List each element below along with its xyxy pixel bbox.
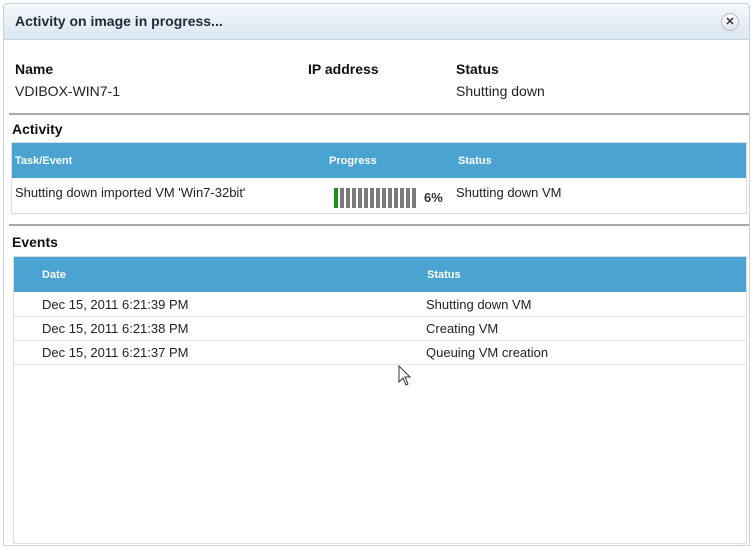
divider bbox=[9, 224, 749, 226]
progress-bar bbox=[334, 188, 416, 208]
progress-segment bbox=[340, 188, 344, 208]
activity-dialog: Activity on image in progress... ✕ Name … bbox=[3, 3, 750, 546]
activity-status: Shutting down VM bbox=[456, 185, 562, 200]
name-value: VDIBOX-WIN7-1 bbox=[15, 83, 121, 99]
dialog-titlebar: Activity on image in progress... ✕ bbox=[4, 4, 749, 40]
event-status: Queuing VM creation bbox=[426, 345, 549, 360]
activity-task: Shutting down imported VM 'Win7-32bit' bbox=[15, 185, 246, 200]
progress-segment bbox=[412, 188, 416, 208]
close-icon: ✕ bbox=[725, 16, 735, 28]
event-date: Dec 15, 2011 6:21:37 PM bbox=[42, 345, 189, 360]
progress-segment bbox=[406, 188, 410, 208]
event-status: Shutting down VM bbox=[426, 297, 532, 312]
event-date: Dec 15, 2011 6:21:38 PM bbox=[42, 321, 189, 336]
progress-segment bbox=[334, 188, 338, 208]
progress-segment bbox=[400, 188, 404, 208]
column-header-date: Date bbox=[42, 269, 66, 281]
status-value: Shutting down bbox=[456, 83, 545, 99]
progress-percent: 6% bbox=[424, 190, 443, 205]
event-date: Dec 15, 2011 6:21:39 PM bbox=[42, 297, 189, 312]
progress-segment bbox=[364, 188, 368, 208]
progress-segment bbox=[346, 188, 350, 208]
close-button[interactable]: ✕ bbox=[721, 13, 739, 31]
progress-segment bbox=[388, 188, 392, 208]
progress-segment bbox=[376, 188, 380, 208]
event-row: Dec 15, 2011 6:21:38 PM Creating VM bbox=[14, 317, 746, 341]
activity-row: Shutting down imported VM 'Win7-32bit' 6… bbox=[12, 178, 746, 214]
event-row: Dec 15, 2011 6:21:39 PM Shutting down VM bbox=[14, 293, 746, 317]
column-header-progress: Progress bbox=[329, 155, 377, 167]
column-header-status: Status bbox=[458, 155, 492, 167]
event-status: Creating VM bbox=[426, 321, 499, 336]
progress-segment bbox=[358, 188, 362, 208]
name-label: Name bbox=[15, 61, 54, 77]
status-label: Status bbox=[456, 61, 499, 77]
dialog-title: Activity on image in progress... bbox=[15, 13, 223, 29]
activity-table-header: Task/Event Progress Status bbox=[12, 143, 746, 178]
mouse-pointer-icon bbox=[398, 365, 412, 386]
progress-segment bbox=[394, 188, 398, 208]
event-row: Dec 15, 2011 6:21:37 PM Queuing VM creat… bbox=[14, 341, 746, 365]
ip-address-label: IP address bbox=[308, 61, 379, 77]
events-section-title: Events bbox=[12, 234, 58, 250]
column-header-task-event: Task/Event bbox=[15, 155, 73, 167]
divider bbox=[9, 113, 749, 115]
progress-segment bbox=[370, 188, 374, 208]
progress-segment bbox=[382, 188, 386, 208]
progress-segment bbox=[352, 188, 356, 208]
activity-section-title: Activity bbox=[12, 121, 63, 137]
activity-table: Task/Event Progress Status Shutting down… bbox=[11, 142, 747, 214]
events-table-header: Date Status bbox=[14, 257, 746, 292]
events-table: Date Status Dec 15, 2011 6:21:39 PM Shut… bbox=[13, 256, 747, 544]
column-header-event-status: Status bbox=[427, 269, 461, 281]
